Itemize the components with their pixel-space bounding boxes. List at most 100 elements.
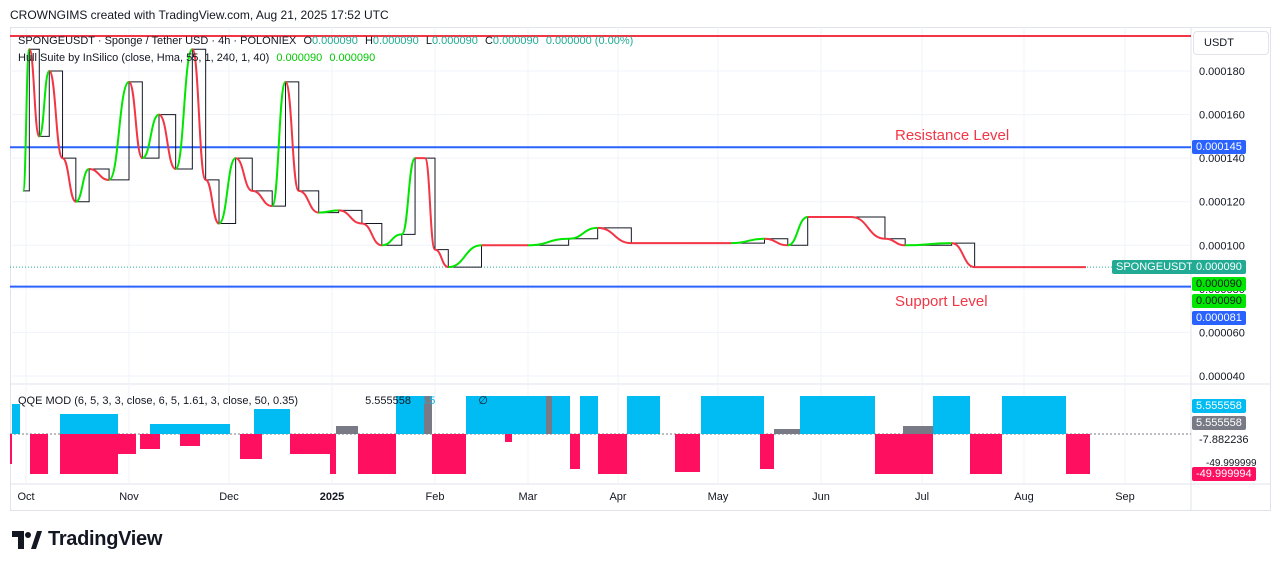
last-price-tag: 0.000090	[1192, 260, 1246, 274]
price-axis[interactable]: 0.000180 0.000160 0.000140 0.000120 0.000100…	[1199, 66, 1245, 383]
qqe-bar-up	[1002, 396, 1066, 434]
time-tick-label: Sep	[1115, 491, 1135, 503]
qqe-bar-up	[150, 424, 230, 434]
qqe-bar-neutral	[546, 396, 552, 434]
currency-button[interactable]: USDT	[1193, 31, 1269, 55]
resistance-annotation: Resistance Level	[895, 127, 1010, 144]
open-value: 0.000090	[312, 35, 358, 47]
hull-segment	[731, 237, 765, 245]
qqe-tag-1: 5.555558	[1192, 399, 1246, 413]
high-value: 0.000090	[372, 35, 419, 47]
time-tick-label: Oct	[17, 491, 34, 503]
time-tick-label: Aug	[1014, 491, 1034, 503]
qqe-value-2: 5.5	[420, 395, 436, 407]
qqe-bar-down	[358, 434, 396, 474]
qqe-bar-down	[875, 434, 933, 474]
time-tick-label: Jun	[812, 491, 830, 503]
open-label: O	[303, 35, 312, 47]
qqe-bar-up	[60, 414, 118, 434]
qqe-bar-up	[254, 409, 290, 434]
hull-segment	[381, 233, 402, 247]
qqe-title[interactable]: QQE MOD (6, 5, 3, 3, close, 6, 5, 1.61, …	[18, 395, 298, 407]
qqe-tick-3: -7.882236	[1199, 434, 1249, 446]
qqe-bar-down	[505, 434, 512, 442]
price-tick-label: 0.000120	[1199, 197, 1245, 209]
time-tick-label: May	[708, 491, 729, 503]
qqe-bar-up	[701, 396, 764, 434]
qqe-histogram	[10, 396, 1191, 474]
qqe-bar-up	[12, 404, 20, 434]
indicator-value-2: 0.000090	[329, 52, 376, 64]
qqe-bar-down	[10, 434, 12, 464]
qqe-bar-up	[933, 396, 970, 434]
qqe-bar-up	[552, 396, 570, 434]
price-tick-label: 0.000160	[1199, 110, 1245, 122]
qqe-legend[interactable]: QQE MOD (6, 5, 3, 3, close, 6, 5, 1.61, …	[18, 394, 488, 407]
qqe-bar-neutral	[774, 429, 800, 434]
hull-segment	[424, 157, 436, 251]
qqe-bar-down	[760, 434, 774, 469]
qqe-bar-neutral	[903, 426, 933, 434]
qqe-tag-2: 5.555558	[1192, 416, 1246, 430]
qqe-bar-down	[180, 434, 200, 446]
qqe-bar-down	[330, 434, 336, 474]
hull-segment	[284, 80, 300, 192]
qqe-bar-down	[570, 434, 580, 469]
hull-segment	[38, 70, 51, 138]
qqe-symbol: ∅	[478, 395, 488, 407]
currency-label: USDT	[1204, 37, 1234, 49]
hull-segment	[764, 237, 788, 247]
hull-segment	[89, 168, 110, 181]
price-tick-label: 0.000100	[1199, 240, 1245, 252]
qqe-value-1: 5.555558	[365, 395, 411, 407]
time-tick-label: Feb	[426, 491, 445, 503]
qqe-bar-down	[118, 434, 136, 454]
hull-tag-2: 0.000090	[1192, 294, 1246, 308]
symbol-title[interactable]: SPONGEUSDT · Sponge / Tether USD · 4h · …	[18, 35, 296, 47]
hull-segment	[527, 237, 569, 247]
qqe-bar-down	[432, 434, 466, 474]
time-tick-label: Nov	[119, 491, 139, 503]
support-price-tag: 0.000081	[1192, 311, 1246, 325]
low-value: 0.000090	[431, 35, 478, 47]
indicator-value-1: 0.000090	[276, 52, 323, 64]
price-tick-label: 0.000060	[1199, 327, 1245, 339]
hull-segment	[235, 157, 253, 192]
hull-segment	[884, 237, 906, 247]
qqe-bar-down	[675, 434, 700, 472]
time-tick-label: Jul	[915, 491, 929, 503]
hull-segment	[361, 222, 383, 247]
indicator-title[interactable]: Hull Suite by InSilico (close, Hma, 55, …	[18, 52, 269, 64]
price-tick-label: 0.000040	[1199, 371, 1245, 383]
hull-segment	[448, 244, 482, 269]
symbol-tag: SPONGEUSDT	[1112, 260, 1198, 274]
qqe-bar-neutral	[336, 426, 358, 434]
time-tick-label: Apr	[609, 491, 626, 503]
hull-segment	[434, 248, 449, 269]
qqe-bar-down	[240, 434, 262, 459]
symbol-legend[interactable]: SPONGEUSDT · Sponge / Tether USD · 4h · …	[18, 35, 633, 47]
time-tick-label: 2025	[320, 491, 344, 503]
time-tick-label: Mar	[519, 491, 538, 503]
qqe-bar-down	[290, 434, 330, 454]
qqe-bar-down	[140, 434, 160, 449]
hull-segment	[108, 80, 130, 181]
hull-segment	[951, 242, 975, 269]
chart-canvas[interactable]: 0.000180 0.000160 0.000140 0.000120 0.000100…	[0, 0, 1281, 571]
time-axis[interactable]: Oct Nov Dec 2025 Feb Mar Apr May Jun Jul Aug Sep	[17, 491, 1134, 503]
qqe-bar-down	[30, 434, 48, 474]
tradingview-logo-icon	[12, 530, 42, 549]
qqe-bar-down	[598, 434, 627, 474]
high-label: H	[364, 35, 373, 47]
hull-segment	[851, 215, 886, 240]
tradingview-logo[interactable]: TradingView	[12, 528, 162, 551]
change-value: 0.000000 (0.00%)	[545, 35, 634, 47]
qqe-bar-down	[970, 434, 1002, 474]
qqe-bar-up	[800, 396, 875, 434]
hull-segment	[158, 113, 177, 171]
indicator-legend[interactable]: Hull Suite by InSilico (close, Hma, 55, …	[18, 52, 375, 64]
hull-segment	[338, 209, 363, 225]
close-label: C	[484, 35, 493, 47]
tradingview-wordmark: TradingView	[48, 528, 163, 550]
hull-segment	[271, 80, 287, 208]
